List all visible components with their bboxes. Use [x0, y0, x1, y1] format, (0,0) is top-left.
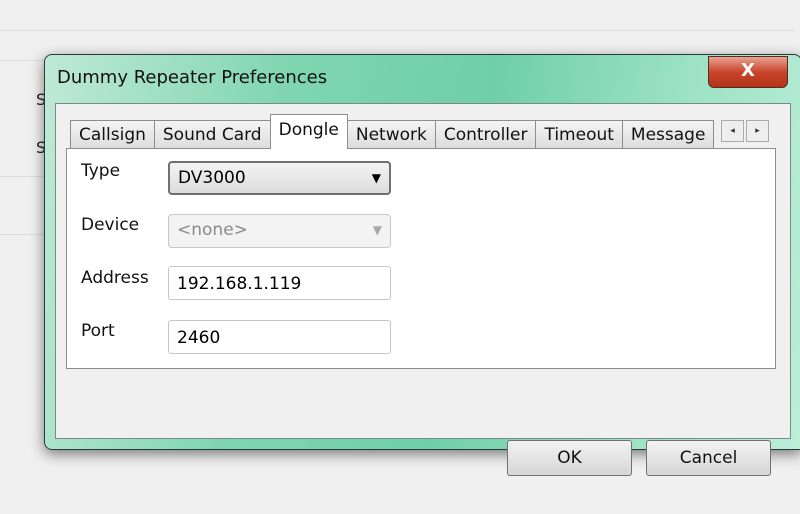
dialog-body: Callsign Sound Card Dongle Network Contr…: [55, 103, 791, 476]
tab-message[interactable]: Message: [621, 120, 715, 149]
device-value: <none>: [177, 220, 248, 240]
port-input[interactable]: 2460: [168, 320, 391, 354]
chevron-down-icon: ▼: [371, 171, 381, 185]
cancel-button[interactable]: Cancel: [646, 440, 771, 476]
dialog-title: Dummy Repeater Preferences: [57, 67, 328, 88]
device-select[interactable]: <none> ▼: [168, 214, 391, 248]
preferences-dialog: Dummy Repeater Preferences X Callsign So…: [44, 54, 800, 476]
tab-scroll: ◂ ▸: [721, 120, 771, 142]
device-label: Device: [81, 215, 140, 235]
type-select[interactable]: DV3000 ▼: [168, 161, 391, 195]
ok-button[interactable]: OK: [507, 440, 632, 476]
tab-callsign[interactable]: Callsign: [70, 120, 155, 149]
tab-network[interactable]: Network: [346, 120, 436, 149]
bg-divider: [0, 176, 44, 177]
address-label: Address: [81, 268, 149, 288]
tab-dongle[interactable]: Dongle: [269, 114, 348, 149]
tab-timeout[interactable]: Timeout: [535, 120, 623, 149]
bg-divider: [0, 30, 795, 31]
close-icon: X: [741, 60, 755, 81]
type-value: DV3000: [178, 168, 246, 188]
type-label: Type: [81, 161, 121, 181]
bg-divider: [0, 234, 44, 235]
bg-divider: [0, 60, 44, 61]
chevron-down-icon: ▼: [372, 223, 382, 237]
tab-controller[interactable]: Controller: [434, 120, 537, 149]
address-input[interactable]: 192.168.1.119: [168, 266, 391, 300]
tab-bar: Callsign Sound Card Dongle Network Contr…: [70, 114, 715, 149]
tab-scroll-right-icon[interactable]: ▸: [746, 120, 769, 142]
tab-sound-card[interactable]: Sound Card: [153, 120, 271, 149]
tab-scroll-left-icon[interactable]: ◂: [721, 120, 744, 142]
port-label: Port: [81, 321, 115, 341]
close-button[interactable]: X: [708, 56, 788, 88]
dongle-panel: Type DV3000 ▼ Device <none> ▼ Address 192.…: [66, 148, 776, 369]
